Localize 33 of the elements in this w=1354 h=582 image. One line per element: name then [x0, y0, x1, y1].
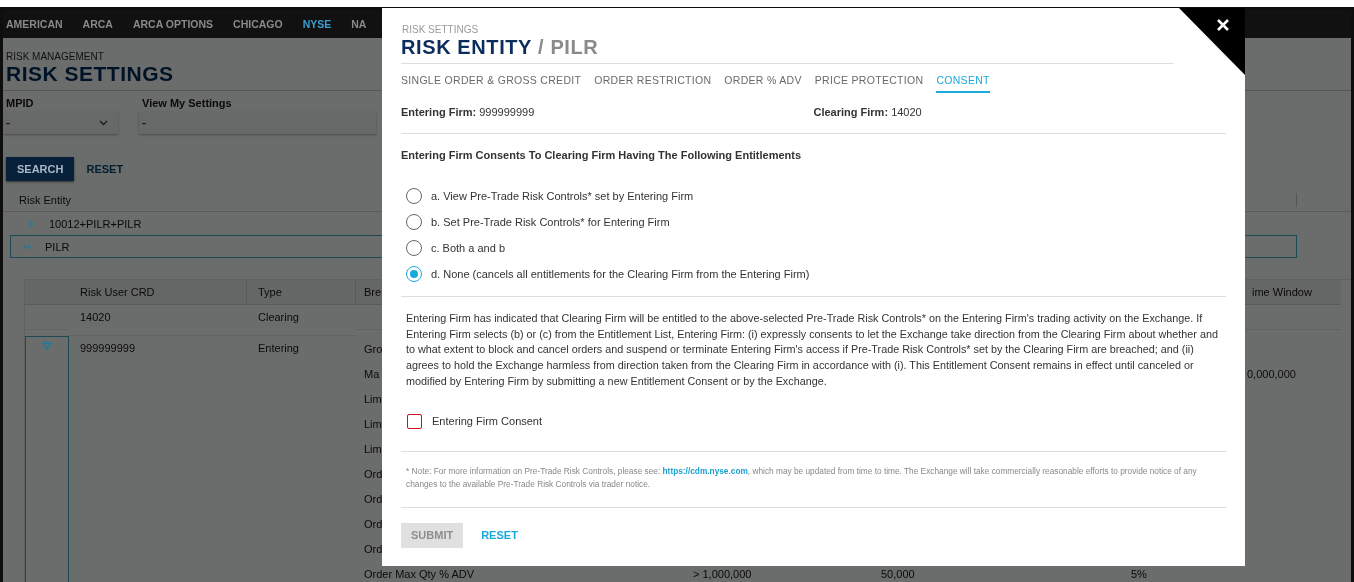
table-cell: Gro	[364, 342, 383, 355]
filter-label: View My Settings	[141, 97, 233, 109]
table-cell: 5%	[1131, 567, 1147, 580]
table-cell: Lim	[364, 417, 382, 430]
column-header: Risk User CRD	[69, 280, 247, 305]
modal-title: RISK ENTITY	[401, 36, 533, 59]
table-cell: Ma	[364, 367, 380, 380]
breadcrumb: RISK MANAGEMENT	[6, 51, 104, 62]
table-cell: Ord	[364, 542, 383, 555]
column-header: Risk Entity	[19, 194, 71, 206]
table-cell: Ord	[364, 517, 383, 530]
table-cell: Clearing	[258, 311, 299, 323]
table-cell: > 1,000,000	[693, 567, 752, 580]
section-heading: Entering Firm Consents To Clearing Firm Having The Following Entitlements	[401, 149, 803, 161]
table-cell: Ord	[364, 467, 383, 480]
modal-eyebrow: RISK SETTINGS	[402, 24, 480, 35]
filter-label: MPID	[5, 97, 35, 109]
page-title: RISK SETTINGS	[6, 62, 174, 86]
modal-subtitle: / PILR	[538, 36, 599, 59]
table-cell: Order Max Qty % ADV	[364, 567, 475, 580]
table-cell: Entering	[258, 342, 299, 354]
table-cell: Lim	[364, 442, 382, 455]
note-text: * Note: For more information on Pre-Trade Risk Controls, please see: https://cdm.nyse.com, which may be updated from time to time. The Exchange will take commercially reasonable efforts to provide notice of any changes to the available Pre-Trade Risk Controls via trader notice.	[406, 464, 1198, 491]
table-cell: Lim	[364, 392, 382, 405]
table-cell: 14020	[80, 311, 111, 323]
disclaimer-text: Entering Firm has indicated that Clearing Firm will be entitled to the above-selected Pre-Trade Risk Controls* on the Entering Firm's trading activity on the Exchange. If Entering Firm selects (b) or (c) from the Entitlement List, Entering Firm: (i) expressly consents to let the Exchange take direction from the Clearing Firm about whether and to what extent to block and cancel orders and suspend or terminate Entering Firm's access if Pre-Trade Risk Controls* set by the Clearing Firm are breached; and (ii) agrees to hold the Exchange harmless from direction taken from the Clearing Firm in accordance with (i). This Entitlement Consent remains in effect until canceled or modified by Entering Firm by submitting a new Entitlement Consent or by the Exchange.	[406, 311, 1219, 389]
table-cell: 999999999	[80, 342, 136, 354]
firm-info: Clearing Firm: 14020	[813, 106, 923, 118]
column-header: Type	[247, 280, 356, 305]
table-cell: 50,000	[881, 567, 915, 580]
table-cell: 0,000,000	[1247, 367, 1296, 380]
firm-info: Entering Firm: 999999999	[401, 106, 536, 118]
table-cell: Ord	[364, 492, 383, 505]
